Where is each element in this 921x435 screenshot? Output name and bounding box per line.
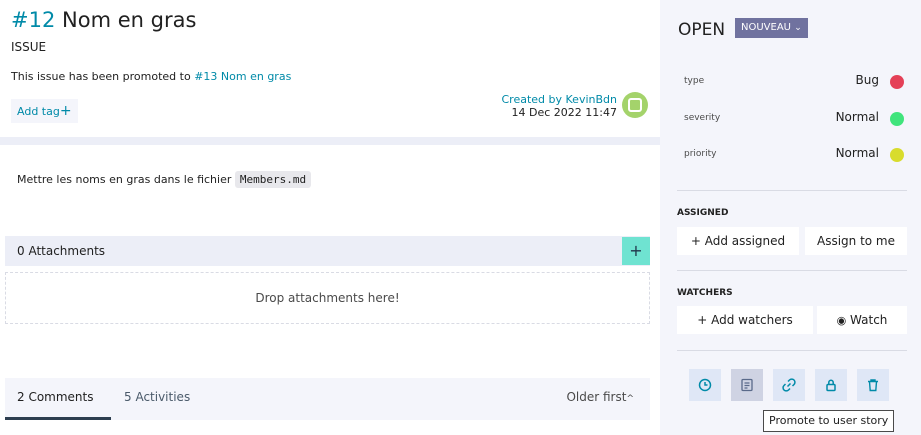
- issue-type-label: ISSUE: [11, 40, 47, 54]
- attribute-label: priority: [684, 149, 717, 159]
- delete-button[interactable]: [857, 369, 889, 401]
- attribute-label: severity: [684, 113, 721, 123]
- watch-button[interactable]: ◉ Watch: [817, 306, 907, 334]
- sidebar-divider: [677, 350, 907, 351]
- add-assigned-button[interactable]: + Add assigned: [677, 227, 799, 255]
- attribute-severity[interactable]: severity Normal: [684, 108, 904, 128]
- add-tag-label: Add tag: [17, 105, 60, 118]
- assigned-heading: ASSIGNED: [677, 208, 729, 218]
- lock-button[interactable]: [815, 369, 847, 401]
- status-badge-label: NOUVEAU: [741, 22, 791, 33]
- add-watchers-button[interactable]: + Add watchers: [677, 306, 813, 334]
- avatar[interactable]: [622, 92, 648, 118]
- trash-icon: [868, 379, 878, 392]
- status-dot: [890, 112, 904, 126]
- created-date: 14 Dec 2022 11:47: [511, 106, 617, 119]
- status-dot: [890, 148, 904, 162]
- status-dropdown[interactable]: NOUVEAU ⌄: [735, 18, 808, 38]
- issue-subject[interactable]: Nom en gras: [62, 8, 196, 32]
- created-info: Created by KevinBdn 14 Dec 2022 11:47: [502, 93, 618, 119]
- active-tab-indicator: [5, 417, 111, 420]
- description-code: Members.md: [234, 171, 312, 188]
- watch-label: Watch: [850, 313, 888, 327]
- history-button[interactable]: [689, 369, 721, 401]
- avatar-glyph: [628, 98, 642, 112]
- description-text: Mettre les noms en gras dans le fichier: [17, 173, 232, 186]
- attachments-header: 0 Attachments +: [5, 236, 650, 266]
- promoted-notice: This issue has been promoted to #13 Nom …: [11, 70, 291, 83]
- tooltip: Promote to user story: [763, 410, 895, 432]
- status-dot: [890, 75, 904, 89]
- clock-icon: [698, 378, 712, 392]
- link-button[interactable]: [773, 369, 805, 401]
- sidebar-divider: [677, 190, 907, 191]
- promote-button[interactable]: [731, 369, 763, 401]
- chevron-down-icon: ⌄: [794, 23, 802, 33]
- link-icon: [782, 378, 796, 392]
- attribute-type[interactable]: type Bug: [684, 71, 904, 91]
- issue-ref: #12: [11, 8, 56, 32]
- tab-activities[interactable]: 5 Activities: [124, 390, 190, 404]
- status-label: OPEN: [678, 20, 726, 40]
- comments-tabs: 2 Comments 5 Activities Older first^: [5, 378, 650, 420]
- lock-icon: [826, 379, 836, 392]
- tab-comments[interactable]: 2 Comments: [17, 390, 94, 404]
- promoted-link[interactable]: #13 Nom en gras: [194, 70, 291, 83]
- eye-icon: ◉: [836, 314, 847, 327]
- plus-icon: +: [59, 103, 72, 119]
- page-title: #12 Nom en gras: [11, 8, 196, 32]
- sidebar-divider: [677, 270, 907, 271]
- attribute-value: Bug: [855, 73, 879, 87]
- sort-order-label: Older first: [566, 390, 627, 404]
- attribute-value: Normal: [835, 110, 879, 124]
- section-divider: [0, 137, 660, 145]
- promoted-text: This issue has been promoted to: [11, 70, 191, 83]
- attachments-title: 0 Attachments: [17, 244, 106, 258]
- promote-icon: [741, 378, 753, 392]
- issue-description[interactable]: Mettre les noms en gras dans le fichier …: [17, 171, 312, 188]
- sort-order-toggle[interactable]: Older first^: [566, 390, 634, 404]
- add-attachment-button[interactable]: +: [622, 237, 650, 265]
- assign-to-me-button[interactable]: Assign to me: [805, 227, 907, 255]
- attribute-value: Normal: [835, 146, 879, 160]
- issue-main-panel: #12 Nom en gras ISSUE This issue has bee…: [0, 0, 660, 435]
- attribute-priority[interactable]: priority Normal: [684, 144, 904, 164]
- watchers-heading: WATCHERS: [677, 288, 733, 298]
- add-tag-button[interactable]: Add tag+: [11, 99, 78, 123]
- issue-sidebar: OPEN NOUVEAU ⌄ type Bug severity Normal …: [660, 0, 921, 435]
- attachment-drop-zone[interactable]: Drop attachments here!: [5, 272, 650, 324]
- created-by-link[interactable]: Created by KevinBdn: [502, 93, 618, 106]
- chevron-up-icon: ^: [626, 394, 634, 404]
- attribute-label: type: [684, 76, 705, 86]
